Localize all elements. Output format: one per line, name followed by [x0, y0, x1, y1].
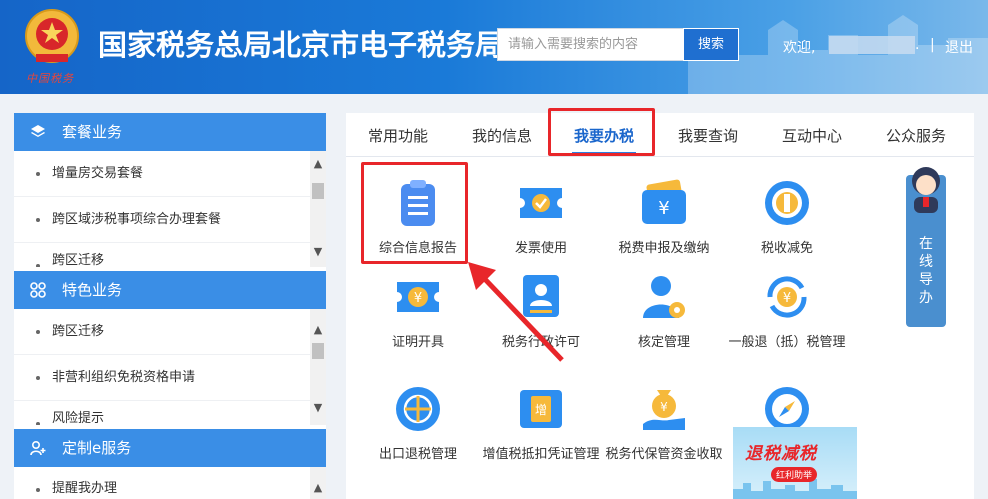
emblem-subtitle: 中国税务	[26, 72, 74, 85]
tab-public-service[interactable]: 公众服务	[864, 113, 968, 157]
username-redacted	[829, 36, 915, 54]
scroll-up-icon[interactable]: ▲	[310, 479, 326, 497]
scroll-down-icon[interactable]: ▼	[310, 399, 326, 417]
refund-cycle-icon: ¥	[767, 276, 807, 318]
sidebar-list: 提醒我办理 ▲	[14, 467, 326, 499]
sidebar-item[interactable]: 增量房交易套餐	[14, 151, 310, 197]
tax-reduce-icon	[765, 181, 809, 225]
logout-link[interactable]: 退出	[945, 37, 973, 57]
tile-refund[interactable]: ¥ 一般退（抵）税管理	[725, 272, 849, 352]
layers-icon	[31, 125, 45, 137]
sidebar-scrollbar[interactable]: ▲ ▼	[310, 309, 326, 425]
tile-label: 发票使用	[514, 241, 567, 256]
user-gear-icon	[643, 276, 685, 318]
tile-label: 一般退（抵）税管理	[728, 335, 846, 350]
svg-text:¥: ¥	[658, 198, 669, 219]
search-button[interactable]: 搜索	[683, 28, 739, 61]
assistant-avatar-icon	[912, 167, 940, 213]
grid-icon	[30, 282, 46, 298]
tab-my-info[interactable]: 我的信息	[452, 113, 552, 157]
tile-vat-deduct[interactable]: 增 增值税抵扣凭证管理	[479, 384, 603, 464]
sidebar-panel-header[interactable]: 定制e服务	[14, 429, 326, 467]
svg-text:¥: ¥	[783, 291, 791, 306]
scroll-up-icon[interactable]: ▲	[310, 155, 326, 173]
sidebar-item[interactable]: 非营利组织免税资格申请	[14, 355, 310, 401]
tile-tax-reduce[interactable]: 税收减免	[725, 178, 849, 258]
highlight-box-tab	[548, 108, 655, 156]
sidebar-panel-header[interactable]: 套餐业务	[14, 113, 326, 151]
sidebar-item[interactable]: 跨区迁移	[14, 309, 310, 355]
user-plus-icon	[30, 440, 46, 456]
sidebar-panel-title: 定制e服务	[62, 439, 132, 457]
online-guide-label: 在线导办	[906, 235, 946, 307]
tile-label: 增值税抵扣凭证管理	[482, 447, 600, 462]
tile-declare-pay[interactable]: ¥ 税费申报及缴纳	[602, 178, 726, 258]
svg-text:¥: ¥	[414, 291, 422, 306]
online-guide-button[interactable]: 在线导办	[906, 167, 946, 327]
tile-label: 出口退税管理	[378, 447, 457, 462]
sidebar-item[interactable]: 风险提示	[14, 401, 310, 425]
tab-query[interactable]: 我要查询	[658, 113, 758, 157]
site-title: 国家税务总局北京市电子税务局	[98, 28, 505, 62]
vat-ticket-icon: 增	[520, 390, 562, 428]
tile-label: 税费申报及缴纳	[618, 241, 710, 256]
svg-text:增: 增	[535, 403, 547, 417]
tab-bar: 常用功能 我的信息 我要办税 我要查询 互动中心 公众服务	[346, 113, 974, 157]
sidebar-panel-special: 特色业务 跨区迁移 非营利组织免税资格申请 风险提示 ▲ ▼	[14, 271, 326, 429]
tile-label: 税收减免	[760, 241, 813, 256]
sidebar-panel-header[interactable]: 特色业务	[14, 271, 326, 309]
invoice-check-icon	[520, 188, 562, 218]
sidebar-list: 增量房交易套餐 跨区域涉税事项综合办理套餐 跨区迁移 ▲ ▼	[14, 151, 326, 267]
certificate-icon: ¥	[397, 282, 439, 312]
svg-text:¥: ¥	[660, 400, 668, 414]
sidebar-item[interactable]: 跨区迁移	[14, 243, 310, 267]
sidebar-panel-package: 套餐业务 增量房交易套餐 跨区域涉税事项综合办理套餐 跨区迁移 ▲ ▼	[14, 113, 326, 271]
sidebar-item[interactable]: 提醒我办理	[14, 467, 310, 499]
promo-subtitle: 红利助举	[771, 467, 818, 482]
money-bag-hand-icon: ¥	[643, 390, 685, 430]
wallet-yuan-icon: ¥	[642, 179, 686, 224]
scroll-down-icon[interactable]: ▼	[310, 243, 326, 261]
sidebar-panel-title: 套餐业务	[62, 123, 123, 141]
scroll-thumb[interactable]	[312, 183, 324, 199]
scroll-up-icon[interactable]: ▲	[310, 321, 326, 339]
tile-assessment[interactable]: 核定管理	[602, 272, 726, 352]
sidebar-item[interactable]: 跨区域涉税事项综合办理套餐	[14, 197, 310, 243]
highlight-box-tile	[361, 162, 468, 264]
tile-label: 核定管理	[637, 335, 690, 350]
search-input[interactable]: 请输入需要搜索的内容	[497, 28, 685, 61]
tab-interaction[interactable]: 互动中心	[762, 113, 862, 157]
tile-custody-funds[interactable]: ¥ 税务代保管资金收取	[602, 384, 726, 464]
sidebar-list: 跨区迁移 非营利组织免税资格申请 风险提示 ▲ ▼	[14, 309, 326, 425]
promo-banner[interactable]: 退税减税 红利助举	[733, 427, 857, 499]
tab-common[interactable]: 常用功能	[348, 113, 448, 157]
promo-title: 退税减税	[745, 444, 817, 464]
sidebar-panel-title: 特色业务	[62, 281, 123, 299]
sidebar-scrollbar[interactable]: ▲ ▼	[310, 151, 326, 267]
search-bar: 请输入需要搜索的内容 搜索	[497, 28, 740, 61]
guide-text: 在线导办	[919, 236, 933, 306]
scroll-thumb[interactable]	[312, 343, 324, 359]
tile-export-refund[interactable]: 出口退税管理	[356, 384, 480, 464]
sidebar-scrollbar[interactable]: ▲	[310, 467, 326, 499]
globe-icon	[396, 387, 440, 431]
tile-label: 税务代保管资金收取	[605, 447, 723, 462]
tile-invoice-use[interactable]: 发票使用	[479, 178, 603, 258]
sidebar-panel-custom: 定制e服务 提醒我办理 ▲	[14, 429, 326, 499]
site-header: 中国税务 国家税务总局北京市电子税务局 请输入需要搜索的内容 搜索 欢迎, . …	[0, 0, 988, 94]
header-separator: |	[930, 37, 935, 53]
welcome-tail: .	[915, 37, 920, 53]
tax-emblem-icon	[25, 9, 79, 63]
welcome-text: 欢迎,	[783, 40, 816, 56]
annotation-arrow-icon	[468, 262, 564, 362]
